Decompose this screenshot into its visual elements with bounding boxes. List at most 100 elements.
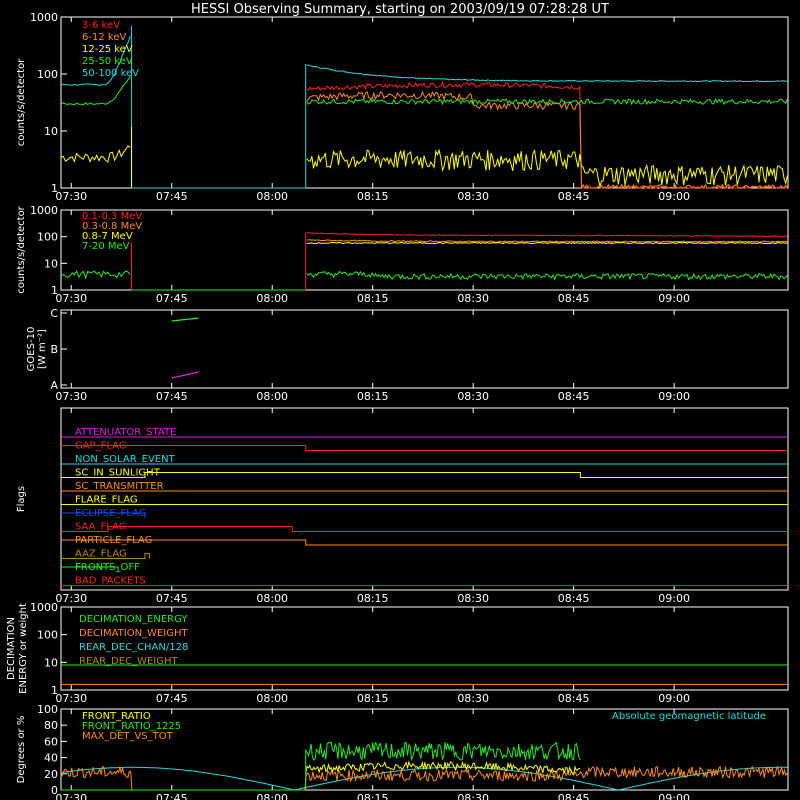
x-tick-label: 08:30 (457, 390, 489, 403)
x-tick-label: 08:15 (357, 792, 389, 800)
legend-entry: 3-6 keV (82, 20, 120, 31)
y-tick-label: 60 (44, 735, 58, 748)
x-tick-label: 09:00 (658, 692, 690, 705)
x-tick-label: 08:00 (256, 190, 288, 203)
legend-entry: 12-25 keV (82, 44, 133, 55)
y-axis-label: GOES-10 (26, 327, 37, 372)
legend-entry: REAR_DEC_WEIGHT (79, 656, 178, 667)
x-tick-label: 08:45 (558, 190, 590, 203)
series-7-20 MeV (306, 270, 788, 281)
goes-series-line (171, 317, 199, 322)
x-tick-label: 08:30 (457, 792, 489, 800)
x-tick-label: 08:45 (558, 692, 590, 705)
x-tick-label: 07:45 (156, 190, 188, 203)
x-tick-label: 09:00 (658, 190, 690, 203)
y-tick-label: C (50, 307, 58, 320)
x-tick-label: 08:45 (558, 792, 590, 800)
series-0.1-0.3 MeV (306, 232, 788, 238)
y-axis-label: DECIMATION (6, 617, 17, 680)
series-12-25 keV (306, 148, 788, 188)
x-tick-label: 07:45 (156, 292, 188, 305)
x-tick-label: 07:30 (55, 390, 87, 403)
panel-decimation: 07:30 07:45 08:00 08:15 08:30 08:45 09:00 1 10 10… (6, 601, 789, 705)
plot-frame (60, 309, 789, 389)
series-0.8-7 MeV (306, 241, 788, 245)
y-tick-label: 1000 (30, 601, 58, 614)
y-axis-label: counts/s/detector (16, 58, 27, 146)
y-tick-label: A (50, 379, 58, 392)
y-tick-label: 10 (44, 125, 58, 138)
y-tick-label: 80 (44, 719, 58, 732)
x-tick-label: 08:15 (357, 592, 389, 605)
series-50-100 keV (306, 64, 788, 83)
flag-label: AAZ_FLAG (75, 549, 127, 560)
panel-counts-low: 07:30 07:45 08:00 08:15 08:30 08:45 09:00 1 10 10… (16, 11, 789, 203)
y-axis-label: ENERGY or weight (18, 603, 29, 694)
x-tick-label: 08:00 (256, 792, 288, 800)
legend-entry: DECIMATION_WEIGHT (79, 628, 188, 639)
series-12-25 keV (60, 145, 131, 164)
x-tick-label: 08:45 (558, 390, 590, 403)
x-tick-label: 07:30 (55, 190, 87, 203)
panel-counts-high: 07:30 07:45 08:00 08:15 08:30 08:45 09:00 1 10 10… (16, 204, 789, 305)
legend-entry: 25-50 keV (82, 56, 133, 67)
y-axis-label: counts/s/detector (16, 205, 27, 293)
x-tick-label: 07:45 (156, 792, 188, 800)
x-tick-label: 09:00 (658, 390, 690, 403)
x-tick-label: 08:00 (256, 292, 288, 305)
series-7-20-mev (60, 270, 131, 280)
y-tick-label: 20 (44, 768, 58, 781)
y-tick-label: 1 (51, 684, 58, 697)
series-6-12 keV (306, 90, 788, 190)
x-tick-label: 08:30 (457, 292, 489, 305)
x-tick-label: 08:00 (256, 592, 288, 605)
y-tick-label: 10 (44, 257, 58, 270)
flag-line (61, 526, 788, 532)
legend-entry: MAX_DET_VS_TOT (82, 731, 174, 742)
legend-entry: DECIMATION_ENERGY (79, 614, 188, 625)
y-axis-label: Flags (16, 486, 27, 512)
y-tick-label: 0 (51, 784, 58, 797)
y-tick-label: 1000 (30, 204, 58, 217)
y-tick-label: B (50, 343, 58, 356)
x-tick-label: 08:30 (457, 190, 489, 203)
chart-title: HESSI Observing Summary, starting on 200… (191, 2, 609, 17)
panel-goes: 07:30 07:45 08:00 08:15 08:30 08:45 09:00 A B C GO… (26, 307, 789, 403)
y-tick-label: 100 (37, 231, 58, 244)
x-tick-label: 07:45 (156, 692, 188, 705)
y-tick-label: 1000 (30, 11, 58, 24)
x-tick-label: 08:15 (357, 390, 389, 403)
legend-entry: 50-100 keV (82, 68, 139, 79)
panel-flags: 07:30 07:45 08:00 08:15 08:30 08:45 09:00 Flags… (16, 407, 789, 605)
x-tick-label: 09:00 (658, 792, 690, 800)
x-tick-label: 09:00 (658, 592, 690, 605)
y-tick-label: 10 (44, 656, 58, 669)
x-tick-label: 08:15 (357, 292, 389, 305)
y-tick-label: 1 (51, 182, 58, 195)
flag-label: NON_SOLAR_EVENT (75, 454, 176, 465)
x-tick-label: 07:30 (55, 292, 87, 305)
max-det-vs-tot-line (60, 765, 788, 791)
series-0.3-0.8 MeV (306, 239, 788, 243)
front-ratio-1225-line (305, 741, 581, 762)
y-tick-label: 1 (51, 284, 58, 297)
goes-series-line (171, 371, 199, 379)
y-tick-label: 100 (37, 629, 58, 642)
x-tick-label: 08:45 (558, 592, 590, 605)
x-tick-label: 08:30 (457, 592, 489, 605)
x-tick-label: 08:00 (256, 692, 288, 705)
observing-summary-chart: HESSI Observing Summary, starting on 200… (6, 2, 789, 800)
x-tick-label: 08:15 (357, 190, 389, 203)
flag-line (61, 539, 788, 546)
y-tick-label: 100 (37, 68, 58, 81)
flag-line (61, 445, 788, 451)
x-tick-label: 07:30 (55, 692, 87, 705)
x-tick-label: 07:30 (55, 792, 87, 800)
x-tick-label: 07:45 (156, 390, 188, 403)
series-25-50 keV (60, 76, 131, 106)
series-25-50 keV (306, 97, 788, 106)
x-tick-label: 08:30 (457, 692, 489, 705)
panel-ratios: 07:30 07:45 08:00 08:15 08:30 08:45 09:00 0 20 40… (16, 703, 789, 800)
y-tick-label: 100 (37, 703, 58, 716)
x-tick-label: 09:00 (658, 292, 690, 305)
